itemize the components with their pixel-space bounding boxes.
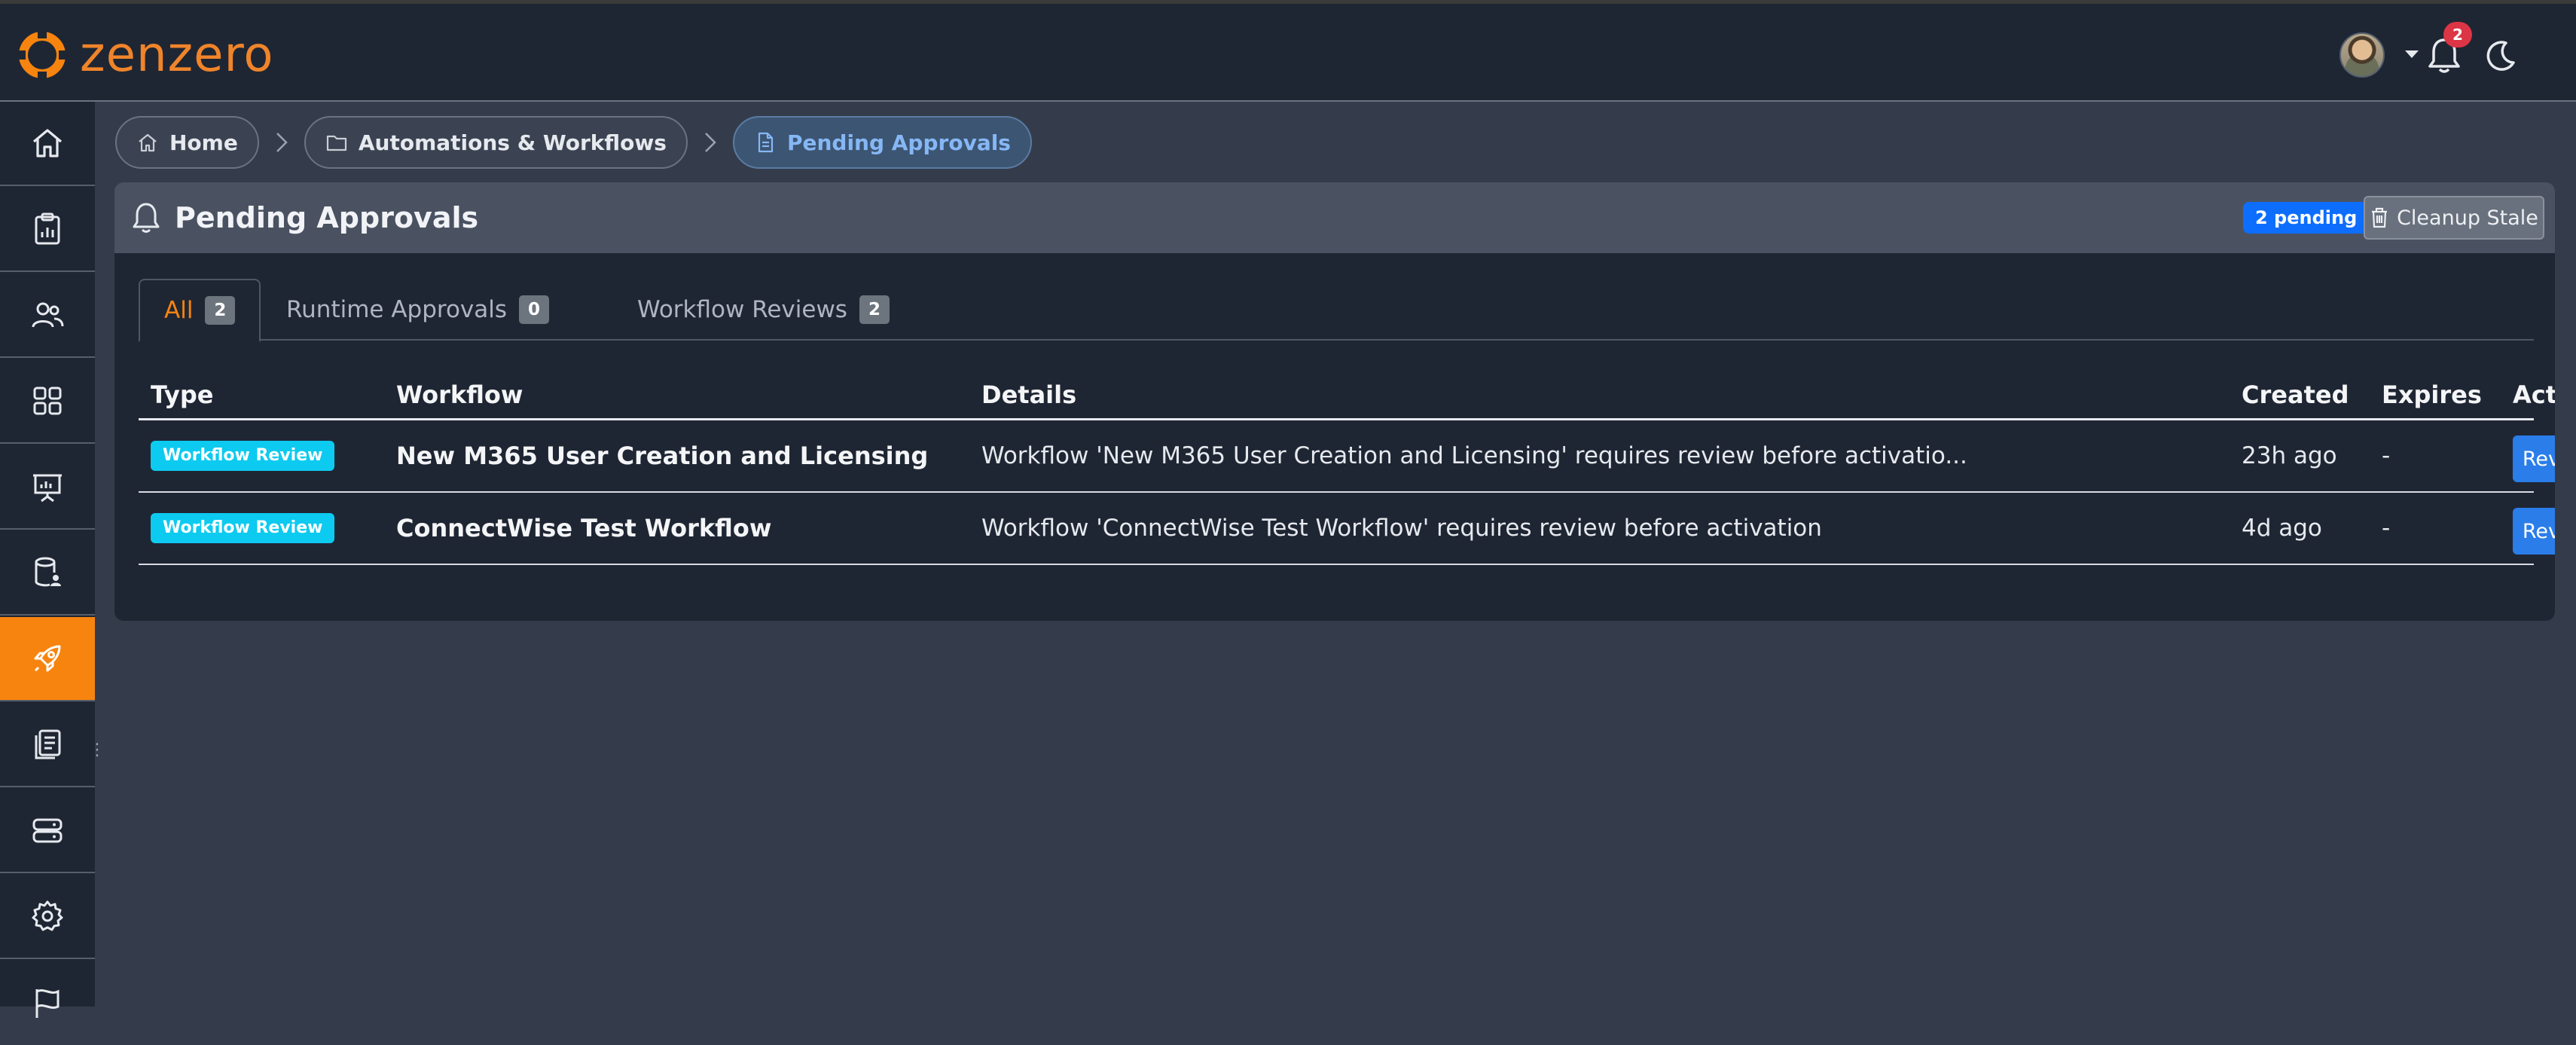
page-title: Pending Approvals xyxy=(175,201,479,234)
pending-count-badge: 2 pending xyxy=(2243,202,2370,234)
tab-workflow-reviews[interactable]: Workflow Reviews 2 xyxy=(613,279,914,341)
home-icon xyxy=(139,133,157,152)
sidebar-collapse-handle[interactable]: ⋮ xyxy=(89,741,105,759)
bell-icon xyxy=(133,203,160,233)
brand-logo[interactable]: zenzero xyxy=(15,25,274,85)
moon-icon[interactable] xyxy=(2483,38,2518,73)
tab-runtime-approvals[interactable]: Runtime Approvals 0 xyxy=(262,279,573,341)
sidebar-item-settings[interactable] xyxy=(0,875,95,959)
card-header: Pending Approvals 2 pending Cleanup Stal… xyxy=(114,182,2555,253)
pending-approvals-card: Pending Approvals 2 pending Cleanup Stal… xyxy=(114,182,2555,621)
sidebar-item-users[interactable] xyxy=(0,273,95,358)
servers-icon xyxy=(32,818,63,843)
workflow-name: New M365 User Creation and Licensing xyxy=(396,442,929,470)
chevron-right-icon xyxy=(259,130,304,155)
expires-value: - xyxy=(2382,515,2391,542)
cleanup-stale-label: Cleanup Stale xyxy=(2397,206,2538,230)
table-row: Workflow Review New M365 User Creation a… xyxy=(139,420,2555,493)
folder-icon xyxy=(326,135,346,151)
breadcrumb-automations[interactable]: Automations & Workflows xyxy=(304,116,688,169)
tab-count-badge: 2 xyxy=(205,296,236,325)
breadcrumb-label: Home xyxy=(169,130,238,155)
review-button[interactable]: Review xyxy=(2513,508,2555,555)
table-header-row: Type Workflow Details Created Expires Ac… xyxy=(139,371,2555,420)
sidebar-item-database[interactable] xyxy=(0,531,95,616)
type-badge: Workflow Review xyxy=(151,441,335,471)
sidebar-item-presentations[interactable] xyxy=(0,445,95,530)
brand-name: zenzero xyxy=(80,27,274,83)
column-header-type: Type xyxy=(151,380,214,409)
breadcrumb-home[interactable]: Home xyxy=(115,116,259,169)
database-user-icon xyxy=(35,557,61,587)
documents-icon xyxy=(35,729,61,759)
created-time: 4d ago xyxy=(2242,515,2322,542)
rocket-icon xyxy=(34,645,61,672)
notification-count-badge: 2 xyxy=(2443,22,2472,47)
sidebar-item-servers[interactable] xyxy=(0,789,95,873)
cleanup-stale-button[interactable]: Cleanup Stale xyxy=(2364,196,2544,240)
workflow-name: ConnectWise Test Workflow xyxy=(396,514,772,542)
breadcrumb-pending-approvals[interactable]: Pending Approvals xyxy=(732,116,1032,169)
created-time: 23h ago xyxy=(2242,442,2337,469)
approval-details: Workflow 'New M365 User Creation and Lic… xyxy=(981,442,1967,469)
document-icon xyxy=(758,132,774,153)
tab-label: Workflow Reviews xyxy=(637,296,847,323)
tab-label: Runtime Approvals xyxy=(286,296,508,323)
sidebar-item-automations[interactable] xyxy=(0,617,95,701)
tab-count-badge: 0 xyxy=(519,295,550,324)
column-header-action: Action xyxy=(2513,380,2555,409)
top-bar: zenzero 2 xyxy=(0,0,2576,102)
grid-icon xyxy=(33,387,62,415)
logo-ring-icon xyxy=(15,28,69,82)
tab-count-badge: 2 xyxy=(859,295,890,324)
sidebar-item-home[interactable] xyxy=(0,102,95,186)
column-header-expires: Expires xyxy=(2382,380,2482,409)
sidebar-item-documents[interactable] xyxy=(0,703,95,787)
breadcrumb-label: Automations & Workflows xyxy=(358,130,667,155)
user-avatar[interactable] xyxy=(2339,32,2385,78)
home-icon xyxy=(32,129,63,157)
expires-value: - xyxy=(2382,442,2391,469)
approval-tabs: All 2 Runtime Approvals 0 Workflow Revie… xyxy=(139,279,2534,342)
column-header-details: Details xyxy=(981,380,1077,409)
review-button[interactable]: Review xyxy=(2513,435,2555,482)
chevron-right-icon xyxy=(688,130,733,155)
sidebar-item-reports[interactable] xyxy=(0,188,95,272)
presentation-icon xyxy=(33,474,62,503)
sidebar-item-apps[interactable] xyxy=(0,359,95,444)
column-header-workflow: Workflow xyxy=(396,380,523,409)
gear-icon xyxy=(32,900,63,931)
trash-icon xyxy=(2372,207,2388,228)
chevron-down-icon[interactable] xyxy=(2405,50,2419,58)
tab-all[interactable]: All 2 xyxy=(139,279,261,342)
sidebar-item-flags[interactable] xyxy=(0,961,95,1045)
tab-label: All xyxy=(164,297,194,324)
users-icon xyxy=(32,302,64,328)
breadcrumb-label: Pending Approvals xyxy=(786,130,1011,155)
approval-details: Workflow 'ConnectWise Test Workflow' req… xyxy=(981,515,1822,542)
flag-icon xyxy=(35,989,60,1018)
column-header-created: Created xyxy=(2242,380,2349,409)
type-badge: Workflow Review xyxy=(151,513,335,543)
table-row: Workflow Review ConnectWise Test Workflo… xyxy=(139,493,2555,565)
clipboard-chart-icon xyxy=(35,212,60,245)
sidebar: ⋮ xyxy=(0,102,105,1018)
breadcrumb: Home Automations & Workflows Pending App… xyxy=(115,116,1032,169)
approvals-table: Type Workflow Details Created Expires Ac… xyxy=(139,371,2555,565)
